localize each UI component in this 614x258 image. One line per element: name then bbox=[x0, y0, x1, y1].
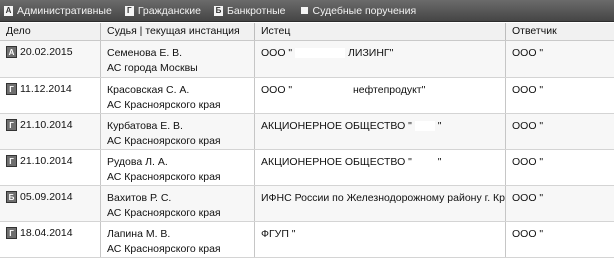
filter-civil[interactable]: Г Гражданские bbox=[124, 4, 201, 17]
plaintiff-name: ФГУП " bbox=[261, 228, 296, 240]
plaintiff-name-suffix: ЛИЗИНГ" bbox=[348, 47, 394, 59]
court-name: АС Красноярского края bbox=[107, 171, 221, 183]
judge-name: Лапина М. В. bbox=[107, 228, 171, 240]
plaintiff-name-suffix: " bbox=[437, 120, 442, 132]
filter-label: Судебные поручения bbox=[312, 4, 417, 17]
administrative-badge-icon: A bbox=[4, 5, 13, 16]
defendant-name: ООО " bbox=[512, 156, 544, 168]
judge-name: Курбатова Е. В. bbox=[107, 120, 183, 132]
court-name: АС города Москвы bbox=[107, 62, 198, 74]
table-header: Дело Судья | текущая инстанция Истец Отв… bbox=[0, 23, 614, 41]
judge-name: Красовская С. А. bbox=[107, 84, 190, 96]
case-date[interactable]: 21.10.2014 bbox=[20, 119, 73, 131]
bankruptcy-badge-icon: Б bbox=[213, 5, 223, 16]
table-row[interactable]: A 20.02.2015 Семенова Е. В. АС города Мо… bbox=[0, 41, 614, 78]
case-type-icon: Г bbox=[6, 155, 17, 167]
case-type-icon: Б bbox=[6, 191, 17, 203]
plaintiff-name: АКЦИОНЕРНОЕ ОБЩЕСТВО " bbox=[261, 156, 412, 168]
plaintiff-name: ООО " bbox=[261, 84, 293, 96]
case-date[interactable]: 18.04.2014 bbox=[20, 227, 73, 239]
case-type-filter-bar: A Административные Г Гражданские Б Банкр… bbox=[0, 0, 614, 22]
cases-table: Дело Судья | текущая инстанция Истец Отв… bbox=[0, 23, 614, 258]
defendant-name: ООО " bbox=[512, 228, 544, 240]
table-row[interactable]: Б 05.09.2014 Вахитов Р. С. АС Красноярск… bbox=[0, 186, 614, 222]
case-type-icon: Г bbox=[6, 83, 17, 95]
court-name: АС Красноярского края bbox=[107, 135, 221, 147]
filter-bankruptcy[interactable]: Б Банкротные bbox=[213, 4, 286, 17]
defendant-name: ООО " bbox=[512, 47, 544, 59]
judge-name: Семенова Е. В. bbox=[107, 47, 183, 59]
judge-name: Вахитов Р. С. bbox=[107, 192, 172, 204]
table-row[interactable]: Г 21.10.2014 Курбатова Е. В. АС Краснояр… bbox=[0, 114, 614, 150]
defendant-name: ООО " bbox=[512, 192, 544, 204]
square-icon bbox=[300, 7, 308, 14]
case-type-icon: Г bbox=[6, 119, 17, 131]
case-type-icon: A bbox=[6, 46, 17, 58]
defendant-name: ООО " bbox=[512, 84, 544, 96]
filter-administrative[interactable]: A Административные bbox=[4, 5, 112, 17]
case-date[interactable]: 05.09.2014 bbox=[20, 191, 73, 203]
header-judge[interactable]: Судья | текущая инстанция bbox=[101, 23, 255, 40]
header-plaintiff[interactable]: Истец bbox=[255, 23, 506, 40]
header-defendant[interactable]: Ответчик bbox=[506, 23, 614, 40]
case-date[interactable]: 11.12.2014 bbox=[20, 83, 72, 95]
plaintiff-name-suffix: нефтепродукт" bbox=[353, 84, 426, 96]
table-row[interactable]: Г 21.10.2014 Рудова Л. А. АС Красноярско… bbox=[0, 150, 614, 186]
filter-label: Банкротные bbox=[226, 4, 286, 17]
civil-badge-icon: Г bbox=[124, 5, 134, 16]
filter-court-orders[interactable]: Судебные поручения bbox=[299, 4, 417, 17]
filter-label: Гражданские bbox=[137, 4, 201, 17]
case-type-icon: Г bbox=[6, 227, 17, 239]
court-name: АС Красноярского края bbox=[107, 99, 221, 111]
defendant-name: ООО " bbox=[512, 120, 544, 132]
table-row[interactable]: Г 18.04.2014 Лапина М. В. АС Красноярско… bbox=[0, 222, 614, 258]
court-name: АС Красноярского края bbox=[107, 243, 221, 255]
plaintiff-name: ИФНС России по Железнодорожному району г… bbox=[261, 192, 505, 204]
plaintiff-name-suffix: " bbox=[437, 156, 442, 168]
header-case[interactable]: Дело bbox=[0, 23, 101, 40]
plaintiff-name: ООО " bbox=[261, 47, 293, 59]
court-name: АС Красноярского края bbox=[107, 207, 221, 219]
table-row[interactable]: Г 11.12.2014 Красовская С. А. АС Красноя… bbox=[0, 78, 614, 114]
plaintiff-name: АКЦИОНЕРНОЕ ОБЩЕСТВО " bbox=[261, 120, 412, 132]
filter-label: Административные bbox=[17, 4, 112, 17]
case-date[interactable]: 20.02.2015 bbox=[20, 46, 73, 58]
judge-name: Рудова Л. А. bbox=[107, 156, 168, 168]
case-date[interactable]: 21.10.2014 bbox=[20, 155, 73, 167]
